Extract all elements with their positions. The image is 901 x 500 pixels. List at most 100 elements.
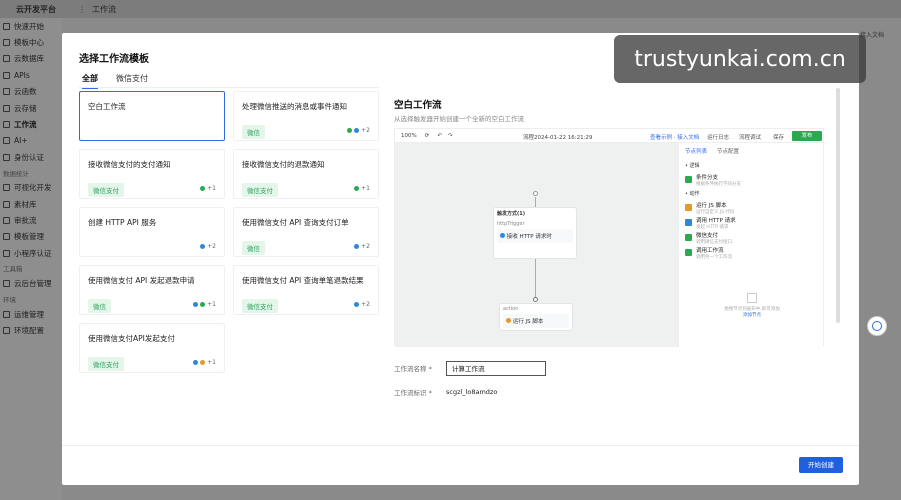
sidebar-item-icon [3,216,10,224]
sidebar-item-icon [3,104,10,112]
tabs-divider [79,87,379,88]
template-card-meta: +1 [200,185,216,192]
template-card[interactable]: 处理微信推送的消息或事件通知 微信 +2 [233,91,379,141]
footer-divider [62,445,859,446]
sidebar-item[interactable]: 运维管理 [0,306,62,322]
brand-name: 云开发平台 [16,4,56,14]
sidebar-item-icon [3,137,10,145]
sidebar-item[interactable]: 模板管理 [0,229,62,245]
modal-title: 选择工作流模板 [79,54,149,65]
toolbar-publish: 发布 [792,131,822,141]
sidebar-item[interactable]: 小程序认证 [0,245,62,261]
sidebar-item[interactable]: 快速开始 [0,18,62,34]
trigger-node-title: 触发方式(1) [497,211,526,217]
sidebar-item[interactable]: APIs [0,67,62,83]
template-card[interactable]: 使用微信支付API发起支付 微信支付 +1 [79,323,225,373]
sidebar-item-icon [3,200,10,208]
template-card-meta-count: +2 [361,127,370,134]
action-node-label: 运行 JS 脚本 [512,319,544,325]
preview-description: 从选择触发器开始创建一个全新的空白工作流 [394,115,524,123]
template-card-title: 使用微信支付 API 查询单笔退款结果 [242,276,364,285]
action-node: action 运行 JS 脚本 [499,303,573,331]
toolbar-save: 保存 [773,135,785,141]
template-card[interactable]: 接收微信支付的退款通知微信支付 +1 [233,149,379,199]
integration-icon [200,360,206,365]
sidebar-item[interactable]: 云存储 [0,100,62,116]
sidebar-item[interactable]: AI+ [0,133,62,149]
integration-icon [193,302,199,307]
toolbar-debug: 流程调试 [739,135,762,141]
sidebar-item[interactable]: 工作流 [0,116,62,132]
watermark: trustyunkai.com.cn [614,35,866,83]
create-button[interactable]: 开始创建 [799,457,843,473]
flow-canvas: 触发方式(1) httpTrigger 接收 HTTP 请求时 action 运… [395,143,678,347]
integration-icon [200,244,206,249]
sidebar-item-label: 可视化开发 [14,183,52,193]
template-card[interactable]: 接收微信支付的支付通知 微信支付 +1 [79,149,225,199]
template-card-meta: +2 [354,301,370,308]
sidebar-item-icon [3,55,10,63]
sidebar-item-label: 审批流 [14,215,37,225]
sidebar-item[interactable]: 模板中心 [0,34,62,50]
connector-line [535,197,536,207]
trigger-node-label: 接收 HTTP 请求时 [506,234,552,240]
integration-icon [200,302,206,307]
page-breadcrumb[interactable]: 工作流 [92,4,116,15]
node-library-tabs: 节点列表 节点配置 [679,143,823,159]
node-library-item: 调用工作流 调用另一个工作流 [679,245,823,260]
refresh-icon: ⟳ [424,132,430,139]
template-card[interactable]: 使用微信支付 API 查询单笔退款结果 微信支付 +2 [233,265,379,315]
sidebar-item-label: 数据统计 [3,169,29,178]
sidebar-item[interactable]: 身份认证 [0,149,62,165]
template-card-meta-count: +1 [361,185,370,192]
template-card-title: 创建 HTTP API 服务 [88,218,157,227]
template-card[interactable]: 使用微信支付 API 查询支付订单 微信 +2 [233,207,379,257]
action-node-body: 运行 JS 脚本 [503,314,569,328]
template-card-title: 接收微信支付的退款通知 [242,160,325,169]
node-library-item: 运行 JS 脚本 运行自定义 JS 代码 [679,200,823,215]
template-card-meta: +1 [193,301,216,308]
sidebar-item-icon [3,121,10,129]
integration-icon [200,186,206,191]
connector-line [535,259,536,299]
sidebar-item-label: 模板中心 [14,38,44,48]
sidebar-item-label: 云存储 [14,103,37,113]
http-icon [500,233,505,238]
template-card-title: 接收微信支付的支付通知 [88,160,171,169]
node-library-item-label: 运行 JS 脚本 [696,202,727,209]
help-float-button[interactable] [867,316,887,336]
workflow-name-input[interactable]: 计算工作流 [446,360,546,376]
sidebar-item[interactable]: 可视化开发 [0,180,62,196]
sidebar-item[interactable]: 素材库 [0,196,62,212]
node-library-item-text: 调用 HTTP 请求 发起 HTTP 请求 [696,216,736,230]
sidebar-item[interactable]: 环境配置 [0,322,62,338]
template-card[interactable]: 使用微信支付 API 发起退款申请 微信 +1 [79,265,225,315]
zoom-level: 100% [401,132,417,139]
toolbar-doc-link: 查看示例 · 接入文档 [650,135,700,141]
template-card[interactable]: 空白工作流 [79,91,225,141]
template-card-meta-count: +2 [361,301,370,308]
template-card-meta: +1 [193,359,216,366]
sidebar-item[interactable]: 云后台管理 [0,275,62,291]
top-bar: 云开发平台 ⋮ 工作流 [0,0,901,18]
undo-icon: ↶ [437,132,442,139]
topbar-divider: ⋮ [78,4,86,14]
template-card[interactable]: 创建 HTTP API 服务 +2 [79,207,225,257]
node-library-item-text: 调用工作流 调用另一个工作流 [696,246,732,260]
node-library-item-label: 调用 HTTP 请求 [696,217,736,224]
sidebar-item[interactable]: 云数据库 [0,51,62,67]
sidebar-item[interactable]: 云函数 [0,84,62,100]
sidebar-item-label: 小程序认证 [14,248,52,258]
node-type-icon [685,249,692,256]
integration-icon [354,186,360,191]
template-card-badge: 微信支付 [242,183,278,197]
panel-scrollbar[interactable] [836,88,840,323]
sidebar-item[interactable]: 审批流 [0,212,62,228]
sidebar-item-icon [3,326,10,334]
integration-icon [354,302,360,307]
node-library-item-sub: 根据条件执行不同分支 [696,181,741,187]
sidebar-item-label: 素材库 [14,199,37,209]
sidebar-item-label: 环境 [3,295,16,304]
sidebar: 快速开始模板中心云数据库 APIs 云函数云存储工作流 AI+ 身份认证数据统计可视化开… [0,18,62,500]
node-library-item-text: 微信支付 调用微信支付接口 [696,231,732,245]
